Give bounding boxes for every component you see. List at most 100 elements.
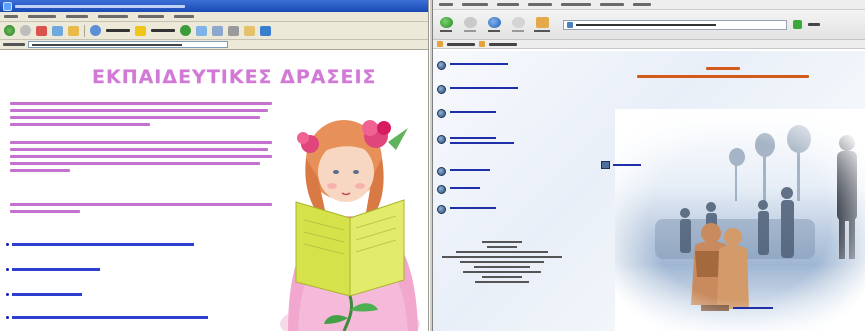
search-label (106, 29, 130, 32)
menu-item[interactable] (439, 3, 453, 6)
forward-icon[interactable] (20, 25, 31, 36)
reload-button[interactable] (485, 14, 503, 36)
menu-item[interactable] (497, 3, 519, 6)
address-text (32, 43, 182, 46)
photo-link-text (613, 164, 641, 166)
nav-bullet-icon (437, 135, 446, 144)
menu-item[interactable] (633, 3, 651, 6)
nav-bullet-icon (437, 167, 446, 176)
favorites-label (151, 29, 175, 32)
bookmark-link[interactable] (489, 42, 517, 46)
bullet-icon (6, 268, 9, 271)
go-icon[interactable] (793, 20, 802, 29)
intro-paragraph (10, 102, 278, 130)
sidebar-link[interactable] (437, 61, 508, 70)
back-icon (439, 17, 453, 28)
forward-icon (463, 17, 477, 28)
menu-item[interactable] (66, 15, 88, 18)
stop-icon[interactable] (36, 25, 47, 36)
info-paragraph (10, 203, 278, 217)
menu-item[interactable] (174, 15, 194, 18)
messenger-icon[interactable] (260, 25, 271, 36)
home-icon (535, 17, 549, 28)
mail-icon[interactable] (212, 25, 223, 36)
forward-button[interactable] (461, 14, 479, 36)
nav-bullet-icon (437, 85, 446, 94)
body-paragraph (10, 141, 278, 176)
window-title-text (15, 4, 185, 8)
action-link[interactable] (6, 268, 100, 271)
menu-item[interactable] (600, 3, 624, 6)
page-title: ΕΚΠΑΙΔΕΥΤΙΚΕΣ ΔΡΑΣΕΙΣ (92, 66, 377, 88)
back-icon[interactable] (4, 25, 15, 36)
address-input[interactable] (28, 41, 228, 48)
sidebar-link[interactable] (437, 167, 490, 176)
link-icon (601, 161, 610, 169)
ie-toolbar (0, 22, 428, 40)
refresh-icon[interactable] (52, 25, 63, 36)
ie-window-icon (3, 1, 12, 11)
home-icon[interactable] (68, 25, 79, 36)
photo-caption-text (733, 307, 773, 309)
action-link[interactable] (6, 243, 194, 246)
bullet-icon (6, 293, 9, 296)
ie-address-bar (0, 40, 428, 50)
left-page-content: ΕΚΠΑΙΔΕΥΤΙΚΕΣ ΔΡΑΣΕΙΣ (0, 52, 428, 331)
search-icon[interactable] (90, 25, 101, 36)
url-text (576, 23, 716, 26)
photo-link-left[interactable] (601, 161, 641, 169)
menu-item[interactable] (462, 3, 488, 6)
menu-item[interactable] (4, 15, 18, 18)
menu-item[interactable] (28, 15, 56, 18)
bookmark-link[interactable] (447, 42, 475, 46)
nav-bullet-icon (437, 61, 446, 70)
nav-bullet-icon (437, 205, 446, 214)
reload-label (488, 30, 500, 32)
stop-button[interactable] (509, 14, 527, 36)
site-icon (567, 21, 573, 28)
favorites-icon[interactable] (135, 25, 146, 36)
nav-bullet-icon (437, 109, 446, 118)
url-input[interactable] (563, 19, 787, 30)
ie-title-bar (0, 0, 428, 12)
address-label (3, 43, 25, 46)
sidebar-link[interactable] (437, 185, 480, 194)
home-label (534, 30, 550, 32)
sidebar-link[interactable] (437, 205, 496, 214)
toolbar-separator (84, 24, 85, 37)
sidebar-link[interactable] (437, 109, 496, 118)
stop-icon (511, 17, 525, 28)
action-link[interactable] (6, 293, 82, 296)
link-text (12, 243, 194, 246)
nav-bullet-icon (437, 185, 446, 194)
action-link[interactable] (6, 316, 208, 319)
right-browser-window (433, 0, 865, 331)
menu-item[interactable] (528, 3, 552, 6)
stop-label (512, 30, 524, 32)
ff-bookmarks-bar (433, 40, 865, 49)
back-button[interactable] (437, 14, 455, 36)
link-text (12, 316, 208, 319)
print-icon[interactable] (228, 25, 239, 36)
menu-item[interactable] (561, 3, 591, 6)
history-icon[interactable] (196, 25, 207, 36)
home-button[interactable] (533, 14, 551, 36)
bullet-icon (6, 243, 9, 246)
sidebar-link[interactable] (437, 135, 514, 144)
bookmark-icon (437, 41, 443, 47)
forward-label (464, 30, 476, 32)
credits-block (438, 241, 566, 283)
menu-item[interactable] (138, 15, 164, 18)
menu-item[interactable] (98, 15, 128, 18)
media-icon[interactable] (180, 25, 191, 36)
reload-icon (487, 17, 501, 28)
sidebar-link[interactable] (437, 85, 518, 94)
ff-navigation-bar (433, 10, 865, 40)
bullet-icon (6, 316, 9, 319)
edit-icon[interactable] (244, 25, 255, 36)
go-label (808, 23, 820, 26)
photo-link-bottom[interactable] (733, 307, 773, 309)
girl-reading-illustration (280, 120, 420, 331)
right-page-content (433, 51, 865, 331)
link-text (12, 268, 100, 271)
